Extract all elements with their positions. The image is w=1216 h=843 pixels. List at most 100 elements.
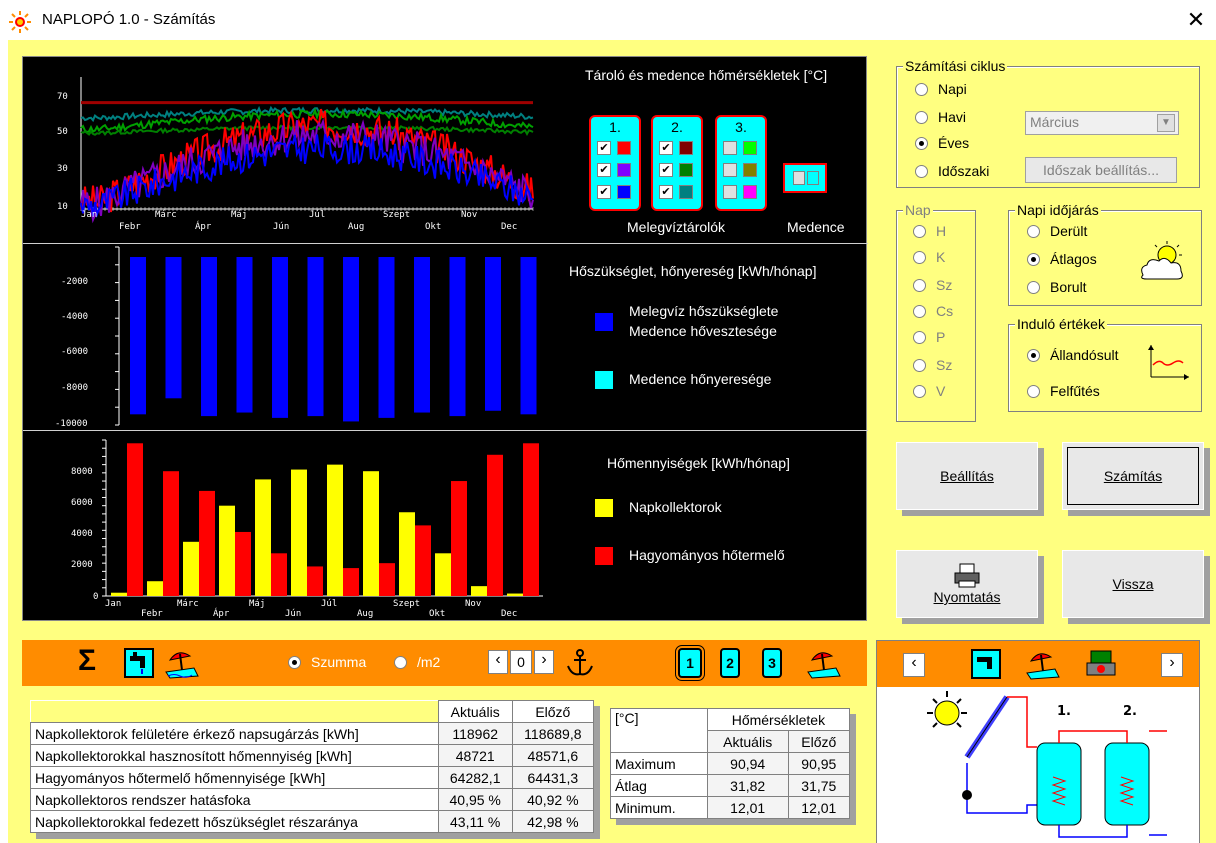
bar-conventional-Okt <box>451 481 467 596</box>
back-button[interactable]: Vissza <box>1062 550 1204 618</box>
pool-umbrella-icon[interactable] <box>164 646 200 680</box>
month-select[interactable]: Március <box>1025 111 1179 135</box>
tank-2-checkbox[interactable]: ✔ <box>659 163 673 177</box>
print-button[interactable]: Nyomtatás <box>896 550 1038 618</box>
radio-yearly[interactable]: Éves <box>915 135 969 151</box>
pool-label: Medence <box>787 219 845 235</box>
x-tick-label: Márc <box>155 210 177 220</box>
tank-1-color-swatch <box>617 185 631 199</box>
charts-panel: 70 50 30 10 Jan Márc Máj Júl Szept Nov F… <box>22 56 868 621</box>
anchor-icon[interactable] <box>564 648 596 678</box>
counter-value: 0 <box>510 650 532 674</box>
radio-day-sz2[interactable]: Sz <box>913 357 952 373</box>
pool-umbrella-icon[interactable] <box>806 646 842 680</box>
period-settings-button[interactable]: Időszak beállítás... <box>1025 157 1177 183</box>
prev-arrow-button[interactable]: ‹ <box>488 650 508 674</box>
tank-2-checkbox[interactable]: ✔ <box>659 185 673 199</box>
bar-Dec <box>520 257 537 415</box>
bar-Ápr <box>236 257 253 413</box>
bar-Márc <box>201 257 217 417</box>
bar-Okt <box>449 257 466 417</box>
bar-collectors-Júl <box>327 464 343 596</box>
radio-day-cs[interactable]: Cs <box>913 303 953 319</box>
y-tick-label: -10000 <box>55 419 88 429</box>
next-arrow-button[interactable]: › <box>534 650 554 674</box>
x-tick-label: Jún <box>273 222 289 232</box>
tank-2-checkbox[interactable]: ✔ <box>659 141 673 155</box>
bar-conventional-Jún <box>307 566 323 596</box>
table-row: Napkollektorokkal fedezett hőszükséglet … <box>30 810 595 833</box>
radio-per-m2[interactable]: /m2 <box>394 654 440 670</box>
legend-swatch-conventional <box>595 547 613 565</box>
day-group: Nap H K Sz Cs P Sz V <box>896 202 976 422</box>
x-tick-label: Aug <box>348 222 364 232</box>
radio-period[interactable]: Időszaki <box>915 163 989 179</box>
radio-monthly[interactable]: Havi <box>915 109 966 125</box>
radio-day-k[interactable]: K <box>913 249 945 265</box>
radio-szumma[interactable]: Szumma <box>288 654 366 670</box>
radio-day-p[interactable]: P <box>913 329 945 345</box>
bar-conventional-Dec <box>523 443 539 596</box>
tank-1-button[interactable]: 1 <box>675 645 705 681</box>
table-row: Átlag 31,82 31,75 <box>610 774 851 797</box>
bar-conventional-Nov <box>487 454 503 596</box>
schematic-prev-button[interactable]: ‹ <box>903 653 925 677</box>
radio-average[interactable]: Átlagos <box>1027 251 1097 267</box>
bar-collectors-Ápr <box>219 505 235 596</box>
pool-umbrella-icon[interactable] <box>1025 647 1061 681</box>
radio-day-sz[interactable]: Sz <box>913 277 952 293</box>
y-tick-label: 10 <box>57 202 68 212</box>
y-tick-label: -4000 <box>61 312 88 322</box>
sigma-icon[interactable]: Σ <box>78 646 96 676</box>
tank-3-checkbox[interactable] <box>723 141 737 155</box>
x-tick-label: Nov <box>461 210 477 220</box>
tank-1-checkbox[interactable]: ✔ <box>597 163 611 177</box>
faucet-icon[interactable] <box>971 649 1001 679</box>
y-tick-label: -8000 <box>61 383 88 393</box>
calculate-button[interactable]: Számítás <box>1062 442 1204 510</box>
pool-selector[interactable] <box>783 163 827 193</box>
tank-1-checkbox[interactable]: ✔ <box>597 141 611 155</box>
bar-conventional-Febr <box>163 471 179 596</box>
legend-conventional: Hagyományos hőtermelő <box>629 547 785 563</box>
table-row: Napkollektorokkal hasznosított hőmennyis… <box>30 744 595 767</box>
tank-3-checkbox[interactable] <box>723 185 737 199</box>
faucet-icon[interactable] <box>124 648 154 678</box>
radio-steady[interactable]: Állandósult <box>1027 347 1119 363</box>
y-tick-label: -2000 <box>61 277 88 287</box>
radio-daily[interactable]: Napi <box>915 81 967 97</box>
tank-1-checkbox[interactable]: ✔ <box>597 185 611 199</box>
y-tick-label: 70 <box>57 92 68 102</box>
boiler-icon[interactable] <box>1083 647 1119 681</box>
temperature-chart-title: Tároló és medence hőmérsékletek [°C] <box>585 67 828 83</box>
schematic-tank-2-label: 2. <box>1123 704 1137 719</box>
y-tick-label: 0 <box>93 592 98 602</box>
y-tick-label: 50 <box>57 127 68 137</box>
radio-heating[interactable]: Felfűtés <box>1027 383 1100 399</box>
radio-clear[interactable]: Derült <box>1027 223 1087 239</box>
tank-3-checkbox[interactable] <box>723 163 737 177</box>
x-tick-label: Júl <box>309 210 325 220</box>
legend-pool-loss: Medence hővesztesége <box>629 323 777 339</box>
chevron-down-icon[interactable]: ▼ <box>1157 114 1175 132</box>
close-icon[interactable]: ✕ <box>1182 6 1210 34</box>
schematic-next-button[interactable]: › <box>1161 653 1183 677</box>
tank-2-button[interactable]: 2 <box>720 648 740 678</box>
initial-values-group: Induló értékek Állandósult Felfűtés <box>1008 316 1202 412</box>
tank-3-color-swatch <box>743 163 757 177</box>
settings-button[interactable]: Beállítás <box>896 442 1038 510</box>
schematic-tank-1-label: 1. <box>1057 704 1071 719</box>
pool-checkbox[interactable] <box>793 171 805 185</box>
y-tick-label: 2000 <box>71 560 93 570</box>
bar-collectors-Febr <box>147 581 163 596</box>
table-row: Hagyományos hőtermelő hőmennyisége [kWh]… <box>30 766 595 789</box>
radio-cloudy[interactable]: Borult <box>1027 279 1087 295</box>
radio-day-v[interactable]: V <box>913 383 945 399</box>
tank-3-button[interactable]: 3 <box>762 648 782 678</box>
radio-day-h[interactable]: H <box>913 223 946 239</box>
system-schematic: 1. 2. <box>877 687 1199 843</box>
bar-collectors-Máj <box>255 479 271 596</box>
temperatures-table: [°C] Hőmérsékletek Aktuális Előző Maximum 9… <box>610 708 851 819</box>
bar-Máj <box>272 257 288 418</box>
y-tick-label: 4000 <box>71 529 93 539</box>
